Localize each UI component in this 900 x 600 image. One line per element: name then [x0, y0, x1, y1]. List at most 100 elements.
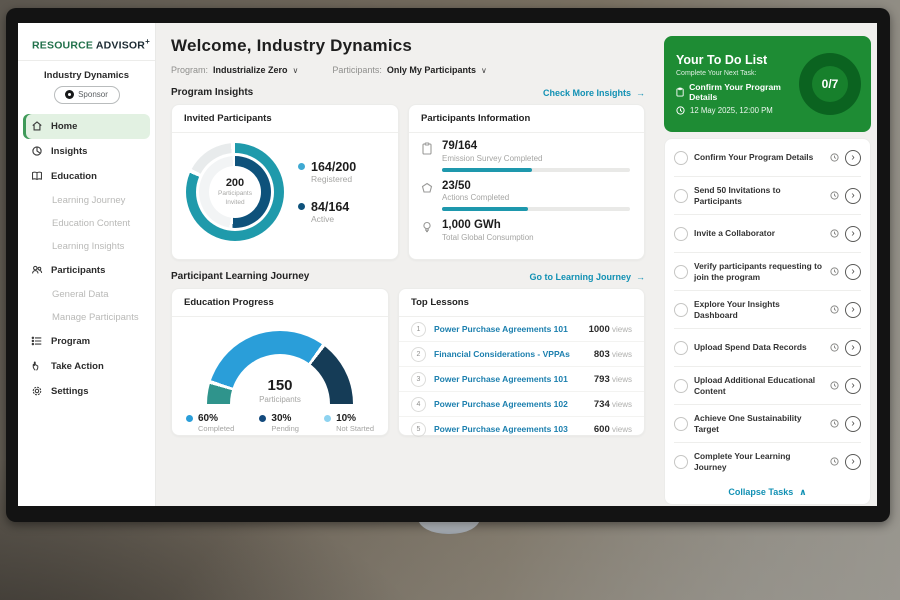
chevron-right-icon[interactable]: › [845, 454, 861, 470]
todo-column: Your To Do List Complete Your Next Task:… [655, 23, 877, 506]
todo-next-task: Confirm Your Program Details [689, 82, 799, 102]
lesson-row: 5 Power Purchase Agreements 103 600 view… [399, 417, 644, 441]
chevron-right-icon[interactable]: › [845, 150, 861, 166]
chevron-right-icon[interactable]: › [845, 226, 861, 242]
checkbox[interactable] [674, 341, 688, 355]
sidebar-item-label: Home [51, 121, 77, 132]
todo-item-label: Confirm Your Program Details [694, 152, 824, 163]
home-icon [31, 120, 43, 132]
lesson-link[interactable]: Power Purchase Agreements 103 [434, 424, 586, 434]
sidebar-item-learning-journey[interactable]: Learning Journey [18, 189, 155, 212]
todo-item-label: Send 50 Invitations to Participants [694, 185, 824, 206]
todo-item-send-invitations[interactable]: Send 50 Invitations to Participants › [674, 177, 861, 215]
legend-value: 60% [198, 413, 234, 424]
go-to-learning-journey-link[interactable]: Go to Learning Journey → [529, 272, 645, 282]
filters-row: Program: Industrialize Zero ∨ Participan… [171, 65, 645, 75]
legend-label: Pending [271, 424, 299, 433]
todo-item-confirm-program[interactable]: Confirm Your Program Details › [674, 139, 861, 177]
chevron-right-icon[interactable]: › [845, 416, 861, 432]
page-title: Welcome, Industry Dynamics [171, 36, 645, 56]
todo-item-label: Upload Spend Data Records [694, 342, 824, 353]
sponsor-badge: Sponsor [54, 86, 120, 104]
gear-icon [31, 385, 43, 397]
chevron-right-icon[interactable]: › [845, 302, 861, 318]
program-insights-header: Program Insights Check More Insights → [171, 87, 645, 98]
sidebar: RESOURCE ADVISOR+ Industry Dynamics Spon… [18, 23, 156, 506]
sidebar-item-education-content[interactable]: Education Content [18, 212, 155, 235]
chevron-right-icon[interactable]: › [845, 188, 861, 204]
checkbox[interactable] [674, 303, 688, 317]
sidebar-item-label: Participants [51, 265, 105, 276]
legend-label: Registered [311, 174, 356, 184]
link-label: Go to Learning Journey [529, 272, 631, 282]
todo-item-explore-insights[interactable]: Explore Your Insights Dashboard › [674, 291, 861, 329]
lesson-row: 4 Power Purchase Agreements 102 734 view… [399, 392, 644, 417]
lesson-link[interactable]: Financial Considerations - VPPAs [434, 349, 586, 359]
sidebar-item-general-data[interactable]: General Data [18, 283, 155, 306]
sidebar-item-label: Settings [51, 386, 88, 397]
checkbox[interactable] [674, 265, 688, 279]
gauge-legend: 60% Completed 30% Pending [172, 404, 388, 433]
legend-value: 30% [271, 413, 299, 424]
checkbox[interactable] [674, 189, 688, 203]
participants-filter[interactable]: Participants: Only My Participants ∨ [332, 65, 486, 75]
todo-item-upload-educational-content[interactable]: Upload Additional Educational Content › [674, 367, 861, 405]
program-filter[interactable]: Program: Industrialize Zero ∨ [171, 65, 298, 75]
legend-item: 10% Not Started [324, 413, 374, 433]
sidebar-item-home[interactable]: Home [23, 114, 150, 139]
checkbox[interactable] [674, 227, 688, 241]
lesson-row: 3 Power Purchase Agreements 101 793 view… [399, 367, 644, 392]
todo-item-label: Verify participants requesting to join t… [694, 261, 824, 282]
chevron-right-icon[interactable]: › [845, 378, 861, 394]
education-icon [31, 170, 43, 182]
sidebar-item-learning-insights[interactable]: Learning Insights [18, 235, 155, 258]
learning-journey-header: Participant Learning Journey Go to Learn… [171, 271, 645, 282]
collapse-tasks-link[interactable]: Collapse Tasks ∧ [674, 480, 861, 504]
lesson-link[interactable]: Power Purchase Agreements 102 [434, 399, 586, 409]
donut-center-value: 200 [226, 177, 244, 189]
checkbox[interactable] [674, 417, 688, 431]
metric-label: Actions Completed [442, 193, 630, 202]
sidebar-item-participants[interactable]: Participants [18, 258, 155, 283]
sidebar-item-settings[interactable]: Settings [18, 379, 155, 404]
chevron-right-icon[interactable]: › [845, 264, 861, 280]
sidebar-item-take-action[interactable]: Take Action [18, 354, 155, 379]
program-filter-value: Industrialize Zero [213, 65, 288, 75]
checkbox[interactable] [674, 379, 688, 393]
todo-hero-card: Your To Do List Complete Your Next Task:… [664, 36, 871, 132]
todo-item-label: Explore Your Insights Dashboard [694, 299, 824, 320]
sidebar-item-education[interactable]: Education [18, 164, 155, 189]
lesson-views: 1000 [589, 324, 610, 335]
sidebar-item-manage-participants[interactable]: Manage Participants [18, 306, 155, 329]
todo-item-label: Invite a Collaborator [694, 228, 824, 239]
survey-icon [421, 140, 434, 172]
education-progress-gauge: 150 Participants [207, 331, 353, 404]
todo-item-invite-collaborator[interactable]: Invite a Collaborator › [674, 215, 861, 253]
arrow-right-icon: → [636, 272, 645, 282]
org-name: Industry Dynamics [18, 70, 155, 81]
participants-filter-value: Only My Participants [387, 65, 476, 75]
logo-primary: RESOURCE [32, 40, 93, 52]
check-more-insights-link[interactable]: Check More Insights → [543, 88, 645, 98]
arrow-right-icon: → [636, 88, 645, 98]
lesson-row: 1 Power Purchase Agreements 101 1000 vie… [399, 317, 644, 342]
checkbox[interactable] [674, 455, 688, 469]
chevron-right-icon[interactable]: › [845, 340, 861, 356]
lesson-row: 2 Financial Considerations - VPPAs 803 v… [399, 342, 644, 367]
legend-value: 164/200 [311, 160, 356, 174]
lesson-link[interactable]: Power Purchase Agreements 101 [434, 374, 586, 384]
checkbox[interactable] [674, 151, 688, 165]
todo-item-achieve-target[interactable]: Achieve One Sustainability Target › [674, 405, 861, 443]
todo-item-verify-participants[interactable]: Verify participants requesting to join t… [674, 253, 861, 291]
todo-item-complete-learning-journey[interactable]: Complete Your Learning Journey › [674, 443, 861, 480]
sidebar-item-insights[interactable]: Insights [18, 139, 155, 164]
donut-legend: 164/200 Registered 84/164 Active [298, 160, 356, 224]
views-suffix: views [612, 425, 632, 434]
todo-item-upload-spend-data[interactable]: Upload Spend Data Records › [674, 329, 861, 367]
metric-label: Total Global Consumption [442, 233, 534, 242]
lesson-link[interactable]: Power Purchase Agreements 101 [434, 324, 581, 334]
lesson-rank: 4 [411, 397, 426, 412]
card-title: Participants Information [409, 105, 644, 133]
sidebar-item-program[interactable]: Program [18, 329, 155, 354]
todo-list-card: Confirm Your Program Details › Send 50 I… [664, 138, 871, 505]
